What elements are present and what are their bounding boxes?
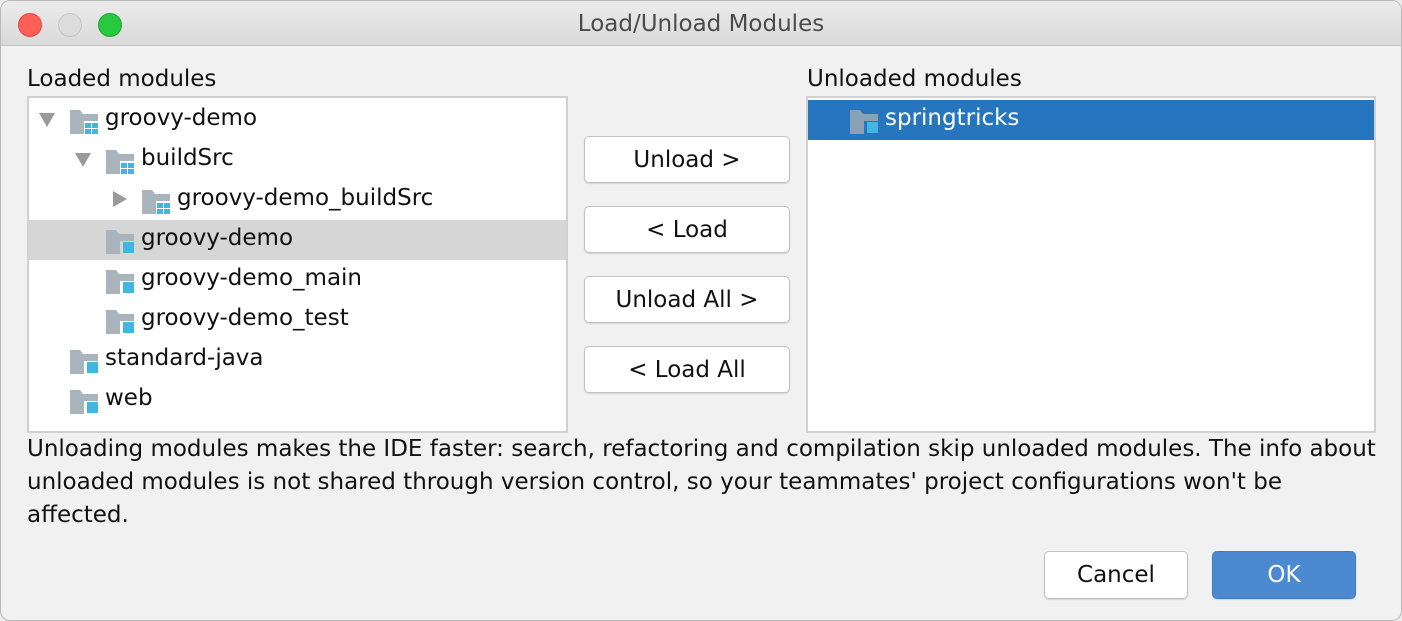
unloaded-modules-list[interactable]: springtricks xyxy=(806,96,1376,433)
loaded-module-row[interactable]: groovy-demo_main xyxy=(29,260,566,300)
module-folder-icon xyxy=(105,229,137,255)
title-bar: Load/Unload Modules xyxy=(1,1,1401,46)
module-name: groovy-demo xyxy=(105,105,258,131)
module-folder-icon xyxy=(849,109,881,135)
module-folder-icon xyxy=(105,269,137,295)
window-title: Load/Unload Modules xyxy=(577,11,825,37)
loaded-module-row[interactable]: groovy-demo xyxy=(29,100,566,140)
unload-button[interactable]: Unload > xyxy=(584,136,790,183)
expand-arrow-down-icon[interactable] xyxy=(75,140,91,180)
module-group-folder-icon xyxy=(69,109,101,135)
unloaded-modules-label: Unloaded modules xyxy=(807,66,1022,92)
module-name: standard-java xyxy=(105,345,264,371)
loaded-modules-label: Loaded modules xyxy=(27,66,217,92)
module-folder-icon xyxy=(105,309,137,335)
loaded-module-row[interactable]: web xyxy=(29,380,566,420)
module-group-folder-icon xyxy=(141,189,173,215)
module-name: groovy-demo_main xyxy=(141,265,363,291)
module-name: springtricks xyxy=(885,105,1020,131)
module-folder-icon xyxy=(69,389,101,415)
loaded-module-row[interactable]: groovy-demo_test xyxy=(29,300,566,340)
module-name: groovy-demo_buildSrc xyxy=(177,185,434,211)
module-folder-icon xyxy=(69,349,101,375)
load-unload-modules-dialog: Load/Unload Modules Loaded modules groov… xyxy=(0,0,1402,621)
expand-arrow-down-icon[interactable] xyxy=(39,100,55,140)
loaded-module-row[interactable]: groovy-demo_buildSrc xyxy=(29,180,566,220)
load-button[interactable]: < Load xyxy=(584,206,790,253)
unloaded-module-row[interactable]: springtricks xyxy=(808,100,1374,140)
load-all-button[interactable]: < Load All xyxy=(584,346,790,393)
cancel-button[interactable]: Cancel xyxy=(1044,551,1188,599)
module-group-folder-icon xyxy=(105,149,137,175)
loaded-modules-tree[interactable]: groovy-demo buildSrc groovy-demo_buildSr… xyxy=(27,96,568,433)
expand-arrow-right-icon[interactable] xyxy=(111,180,127,220)
module-name: groovy-demo_test xyxy=(141,305,349,331)
module-name: buildSrc xyxy=(141,145,234,171)
description-text: Unloading modules makes the IDE faster: … xyxy=(27,436,1376,528)
loaded-module-row[interactable]: buildSrc xyxy=(29,140,566,180)
unload-all-button[interactable]: Unload All > xyxy=(584,276,790,323)
module-name: groovy-demo xyxy=(141,225,294,251)
module-name: web xyxy=(105,385,153,411)
ok-button[interactable]: OK xyxy=(1212,551,1356,599)
loaded-module-row[interactable]: groovy-demo xyxy=(29,220,566,260)
loaded-module-row[interactable]: standard-java xyxy=(29,340,566,380)
